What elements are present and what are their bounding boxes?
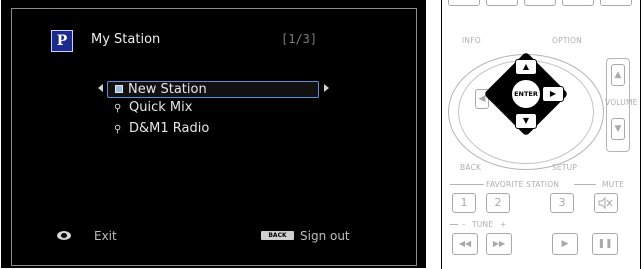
favorite-divider-left	[450, 184, 484, 185]
tune-label: TUNE	[472, 220, 494, 229]
remote-top-button-3[interactable]	[524, 0, 556, 6]
tune-divider-left	[450, 224, 458, 225]
menu-item-label: New Station	[128, 82, 207, 97]
menu-item-dm1-radio[interactable]: ⚲ D&M1 Radio	[114, 121, 209, 136]
previous-icon: ◀◀	[458, 239, 472, 248]
remote-top-button-2[interactable]	[486, 0, 518, 6]
pause-button[interactable]: ❚❚	[592, 233, 618, 255]
cursor-up-button[interactable]: ▲	[515, 59, 537, 75]
favorite-1-button[interactable]: 1	[452, 193, 476, 213]
mute-speaker-icon	[598, 196, 613, 210]
menu-right-arrow-icon[interactable]	[324, 84, 329, 92]
remote-top-button-1[interactable]	[448, 0, 480, 6]
play-button[interactable]: ▶	[552, 233, 578, 255]
cursor-pad: ▲ ▼ ▶ ENTER	[483, 51, 569, 137]
mute-button[interactable]	[594, 193, 618, 213]
enter-button[interactable]: ENTER	[511, 79, 541, 109]
station-pin-icon: ⚲	[114, 103, 122, 114]
remote-top-button-4[interactable]	[562, 0, 594, 6]
tv-screen: P My Station [1/3] New Station ⚲ Quick Mi…	[1, 0, 426, 268]
pandora-logo-icon: P	[51, 30, 73, 52]
remote-top-button-5[interactable]	[600, 0, 632, 6]
next-button[interactable]: ▶▶	[486, 233, 512, 255]
page-title: My Station	[91, 32, 161, 47]
tune-minus: –	[462, 220, 466, 229]
favorite-station-label: FAVORITE STATION	[486, 180, 560, 189]
volume-down-button[interactable]: ▼	[611, 118, 625, 140]
info-label: INFO	[462, 36, 481, 45]
exit-label[interactable]: Exit	[94, 229, 117, 243]
pause-icon: ❚❚	[597, 239, 613, 249]
play-icon: ▶	[561, 239, 569, 249]
back-label: BACK	[460, 163, 482, 172]
favorite-divider-right	[574, 184, 596, 185]
exit-eye-icon	[57, 231, 71, 240]
setup-label: SETUP	[552, 163, 578, 172]
back-key-icon: BACK	[261, 231, 294, 240]
option-label: OPTION	[552, 36, 582, 45]
menu-left-arrow-icon[interactable]	[98, 84, 103, 92]
cursor-right-button[interactable]: ▶	[542, 86, 564, 102]
previous-button[interactable]: ◀◀	[452, 233, 478, 255]
favorite-2-button[interactable]: 2	[486, 193, 510, 213]
remote-control: INFO OPTION ◀ ▲ ▼ ▶ ENTER ▲ VOLUME ▼ BAC…	[441, 0, 641, 269]
mute-label: MUTE	[602, 180, 625, 189]
page-indicator: [1/3]	[281, 32, 318, 46]
sign-out-label[interactable]: Sign out	[300, 229, 350, 243]
menu-item-label: D&M1 Radio	[129, 121, 210, 136]
cursor-down-button[interactable]: ▼	[515, 113, 537, 129]
station-pin-icon: ⚲	[114, 124, 122, 135]
menu-item-quick-mix[interactable]: ⚲ Quick Mix	[114, 100, 192, 115]
favorite-3-button[interactable]: 3	[550, 193, 574, 213]
new-station-icon	[115, 85, 123, 93]
menu-item-label: Quick Mix	[129, 100, 193, 115]
next-icon: ▶▶	[492, 239, 506, 248]
volume-up-button[interactable]: ▲	[611, 64, 625, 86]
tune-plus: +	[500, 220, 507, 229]
menu-item-new-station[interactable]: New Station	[107, 81, 319, 98]
volume-label: VOLUME	[605, 98, 638, 107]
